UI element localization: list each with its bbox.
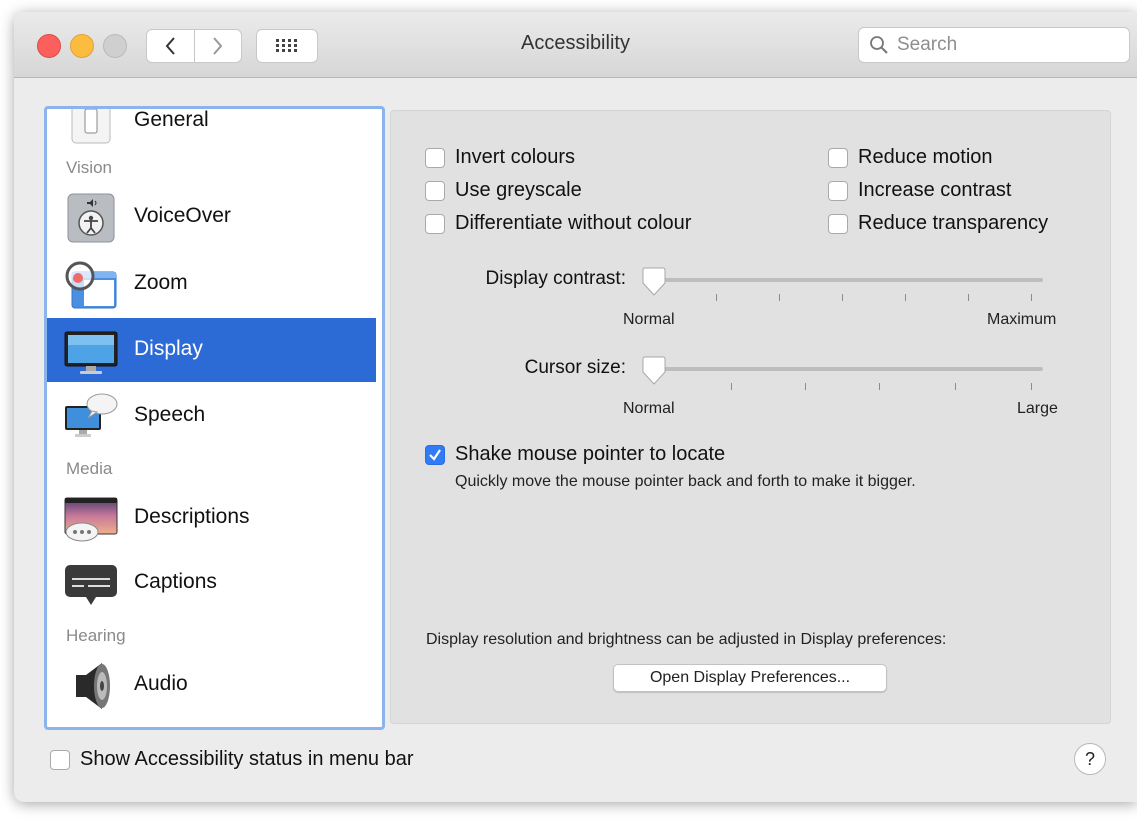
tick-mark [731,383,732,390]
checkbox-box[interactable] [828,213,848,234]
search-placeholder: Search [897,34,958,55]
search-field[interactable]: Search [858,27,1130,63]
shake-to-locate-checkbox[interactable]: Shake mouse pointer to locate [425,443,725,466]
help-button[interactable]: ? [1074,743,1106,775]
differentiate-without-colour-checkbox[interactable]: Differentiate without colour [425,212,691,235]
cursor-size-label: Cursor size: [524,357,626,378]
tick-mark [779,294,780,301]
cursor-size-thumb[interactable] [641,356,667,386]
category-list[interactable]: General Vision VoiceOver Zoom Display Sp… [44,106,385,730]
checkbox-label: Invert colours [455,146,576,168]
checkbox-label: Increase contrast [858,179,1012,201]
contrast-min-label: Normal [623,311,675,328]
invert-colours-checkbox[interactable]: Invert colours [425,146,575,169]
preferences-window: Accessibility Search General Vision Voic… [14,12,1137,802]
general-icon [71,109,111,144]
tick-mark [716,294,717,301]
use-greyscale-checkbox[interactable]: Use greyscale [425,179,582,202]
display-contrast-thumb[interactable] [641,267,667,297]
sidebar-item-label: Zoom [134,271,188,294]
checkbox-box[interactable] [828,180,848,201]
open-display-preferences-button[interactable]: Open Display Preferences... [613,664,887,692]
section-media: Media [66,459,113,478]
checkbox-box[interactable] [425,444,445,465]
sidebar-item-label: VoiceOver [134,204,231,227]
checkbox-label: Differentiate without colour [455,212,692,234]
sidebar-item-display[interactable]: Display [47,318,376,382]
checkbox-box[interactable] [425,180,445,201]
resolution-note: Display resolution and brightness can be… [426,631,947,648]
sidebar-item-audio[interactable]: Audio [47,653,376,717]
sidebar-item-speech[interactable]: Speech [47,384,376,448]
section-vision: Vision [66,158,112,177]
increase-contrast-checkbox[interactable]: Increase contrast [828,179,1011,202]
cursor-size-track[interactable] [643,367,1043,371]
sidebar-item-label: Speech [134,403,206,426]
sidebar-item-captions[interactable]: Captions [47,551,376,615]
shake-description: Quickly move the mouse pointer back and … [455,473,916,490]
captions-icon [65,565,117,605]
contrast-max-label: Maximum [987,311,1057,328]
tick-mark [1031,383,1032,390]
sidebar-item-descriptions[interactable]: Descriptions [47,486,376,550]
show-status-in-menubar-checkbox[interactable]: Show Accessibility status in menu bar [50,748,414,771]
display-contrast-track[interactable] [643,278,1043,282]
title-bar: Accessibility Search [14,12,1137,78]
checkbox-label: Show Accessibility status in menu bar [80,748,414,770]
sidebar-item-general[interactable]: General [47,108,376,153]
display-contrast-label: Display contrast: [485,268,626,289]
tick-mark [955,383,956,390]
reduce-transparency-checkbox[interactable]: Reduce transparency [828,212,1048,235]
search-icon [870,36,888,54]
audio-icon [76,663,110,709]
cursor-max-label: Large [1017,400,1058,417]
descriptions-icon [64,497,118,542]
tick-mark [805,383,806,390]
sidebar-item-label: Audio [134,672,188,695]
reduce-motion-checkbox[interactable]: Reduce motion [828,146,993,169]
tick-mark [842,294,843,301]
checkbox-label: Shake mouse pointer to locate [455,443,726,465]
display-icon [64,331,118,374]
tick-mark [1031,294,1032,301]
checkbox-label: Reduce transparency [858,212,1049,234]
tick-mark [879,383,880,390]
speech-icon [65,393,118,437]
checkbox-label: Reduce motion [858,146,993,168]
checkbox-box[interactable] [50,749,70,770]
sidebar-item-label: Display [134,337,203,360]
checkbox-box[interactable] [425,213,445,234]
tick-mark [968,294,969,301]
sidebar-item-label: General [134,108,209,131]
sidebar-item-voiceover[interactable]: VoiceOver [47,185,376,249]
voiceover-icon [67,193,115,243]
checkbox-label: Use greyscale [455,179,582,201]
checkbox-box[interactable] [425,147,445,168]
sidebar-item-zoom[interactable]: Zoom [47,252,376,316]
section-hearing: Hearing [66,626,126,645]
cursor-min-label: Normal [623,400,675,417]
display-settings-panel: Invert colours Use greyscale Differentia… [390,110,1111,724]
tick-mark [905,294,906,301]
zoom-icon [65,261,117,309]
sidebar-item-label: Descriptions [134,505,250,528]
checkmark-icon [429,448,441,461]
checkbox-box[interactable] [828,147,848,168]
sidebar-item-label: Captions [134,570,217,593]
